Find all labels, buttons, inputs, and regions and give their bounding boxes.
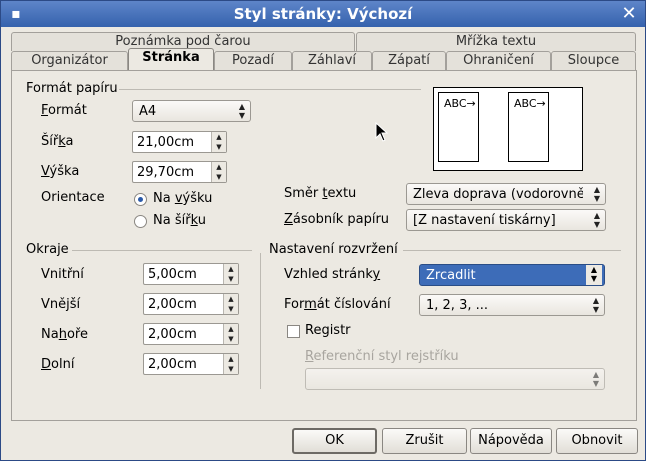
width-value: 21,00cm <box>137 135 195 150</box>
tab-organizer[interactable]: Organizátor <box>11 51 128 70</box>
spin-down-icon[interactable]: ▼ <box>224 364 238 374</box>
reference-style-label: Referenční styl rejstříku <box>305 349 459 364</box>
updown-arrow-icon: ▲ ▼ <box>586 265 602 285</box>
page-preview: ABC→ ABC→ <box>433 87 583 171</box>
spin-up-icon[interactable]: ▲ <box>212 132 226 142</box>
outer-margin-spinbox[interactable]: 2,00cm ▲ ▼ <box>143 293 239 315</box>
portrait-label[interactable]: Na výšku <box>153 191 212 206</box>
updown-arrow-icon: ▲ ▼ <box>593 211 600 229</box>
spin-buttons[interactable]: ▲ ▼ <box>223 264 238 284</box>
updown-arrow-icon: ▲ ▼ <box>592 296 599 314</box>
tab-columns[interactable]: Sloupce <box>551 51 636 70</box>
register-checkbox[interactable] <box>287 325 300 338</box>
spin-buttons[interactable]: ▲ ▼ <box>223 294 238 314</box>
close-icon[interactable]: ✕ <box>619 4 639 24</box>
tab-background[interactable]: Pozadí <box>214 51 292 70</box>
spin-up-icon[interactable]: ▲ <box>224 354 238 364</box>
preview-left-page: ABC→ <box>438 92 479 162</box>
paper-tray-value: [Z nastavení tiskárny] <box>413 213 556 228</box>
spin-up-icon[interactable]: ▲ <box>212 162 226 172</box>
updown-arrow-icon: ▲ ▼ <box>238 102 245 120</box>
page-layout-label: Vzhled stránky <box>284 267 381 282</box>
paper-format-heading: Formát papíru <box>26 81 118 96</box>
bottom-margin-value: 2,00cm <box>148 357 197 372</box>
page-layout-value: Zrcadlit <box>426 268 476 283</box>
tab-footer[interactable]: Zápatí <box>372 51 446 70</box>
spin-down-icon[interactable]: ▼ <box>224 334 238 344</box>
outer-margin-value: 2,00cm <box>148 297 197 312</box>
spin-up-icon[interactable]: ▲ <box>224 294 238 304</box>
format-value: A4 <box>139 104 157 119</box>
spin-up-icon[interactable]: ▲ <box>224 324 238 334</box>
numbering-format-label: Formát číslování <box>284 297 391 312</box>
tab-header[interactable]: Záhlaví <box>292 51 372 70</box>
spin-buttons[interactable]: ▲ ▼ <box>223 324 238 344</box>
divider <box>403 250 621 251</box>
inner-margin-label: Vnitřní <box>41 267 84 282</box>
spin-down-icon[interactable]: ▼ <box>224 274 238 284</box>
preview-right-page: ABC→ <box>508 92 549 162</box>
divider <box>260 253 261 389</box>
top-margin-spinbox[interactable]: 2,00cm ▲ ▼ <box>143 323 239 345</box>
page-style-dialog: ▪ Styl stránky: Výchozí ✕ Poznámka pod č… <box>0 0 646 461</box>
numbering-format-value: 1, 2, 3, ... <box>426 298 489 313</box>
preview-sample-text: ABC→ <box>444 97 476 110</box>
text-direction-value: Zleva doprava (vodorovně) <box>413 187 583 202</box>
preview-sample-text: ABC→ <box>514 97 546 110</box>
tab-page[interactable]: Stránka <box>128 48 214 70</box>
height-spinbox[interactable]: 29,70cm ▲ ▼ <box>132 161 227 183</box>
numbering-format-select[interactable]: 1, 2, 3, ... ▲ ▼ <box>419 294 605 316</box>
page-layout-select[interactable]: Zrcadlit ▲ ▼ <box>419 264 605 286</box>
bottom-margin-label: Dolní <box>41 357 75 372</box>
spin-up-icon[interactable]: ▲ <box>224 264 238 274</box>
top-margin-label: Nahoře <box>41 327 88 342</box>
paper-tray-select[interactable]: [Z nastavení tiskárny] ▲ ▼ <box>406 209 606 231</box>
spin-buttons[interactable]: ▲ ▼ <box>211 162 226 182</box>
width-spinbox[interactable]: 21,00cm ▲ ▼ <box>132 131 227 153</box>
spin-down-icon[interactable]: ▼ <box>212 172 226 182</box>
updown-arrow-icon: ▲ ▼ <box>593 185 600 203</box>
top-margin-value: 2,00cm <box>148 327 197 342</box>
spin-down-icon[interactable]: ▼ <box>224 304 238 314</box>
text-direction-label: Směr textu <box>284 186 357 201</box>
ok-button[interactable]: OK <box>292 428 377 454</box>
tab-borders[interactable]: Ohraničení <box>446 51 551 70</box>
titlebar: ▪ Styl stránky: Výchozí ✕ <box>1 1 645 27</box>
bottom-margin-spinbox[interactable]: 2,00cm ▲ ▼ <box>143 353 239 375</box>
portrait-radio[interactable] <box>134 193 147 206</box>
width-label: Šířka <box>41 134 74 149</box>
register-label[interactable]: Registr <box>305 323 351 338</box>
reference-style-select: ▲ ▼ <box>305 368 605 390</box>
divider <box>72 250 252 251</box>
divider <box>119 89 421 90</box>
cancel-button[interactable]: Zrušit <box>382 428 467 454</box>
paper-tray-label: Zásobník papíru <box>284 212 390 227</box>
inner-margin-value: 5,00cm <box>148 267 197 282</box>
inner-margin-spinbox[interactable]: 5,00cm ▲ ▼ <box>143 263 239 285</box>
dialog-title: Styl stránky: Výchozí <box>233 5 413 23</box>
reset-button[interactable]: Obnovit <box>556 428 638 454</box>
tab-text-grid[interactable]: Mřížka textu <box>356 32 636 51</box>
help-button[interactable]: Nápověda <box>470 428 552 454</box>
text-direction-select[interactable]: Zleva doprava (vodorovně) ▲ ▼ <box>406 183 606 205</box>
spin-buttons[interactable]: ▲ ▼ <box>211 132 226 152</box>
mouse-cursor-icon <box>375 122 389 142</box>
format-label: Formát <box>41 103 87 118</box>
orientation-label: Orientace <box>41 190 105 205</box>
updown-arrow-icon: ▲ ▼ <box>592 370 599 388</box>
spin-buttons[interactable]: ▲ ▼ <box>223 354 238 374</box>
format-select[interactable]: A4 ▲ ▼ <box>132 100 251 122</box>
landscape-radio[interactable] <box>134 215 147 228</box>
layout-settings-heading: Nastavení rozvržení <box>269 242 398 257</box>
margins-heading: Okraje <box>26 242 69 257</box>
height-value: 29,70cm <box>137 165 195 180</box>
spin-down-icon[interactable]: ▼ <box>212 142 226 152</box>
outer-margin-label: Vnější <box>41 297 81 312</box>
landscape-label[interactable]: Na šířku <box>153 213 206 228</box>
height-label: Výška <box>41 164 80 179</box>
